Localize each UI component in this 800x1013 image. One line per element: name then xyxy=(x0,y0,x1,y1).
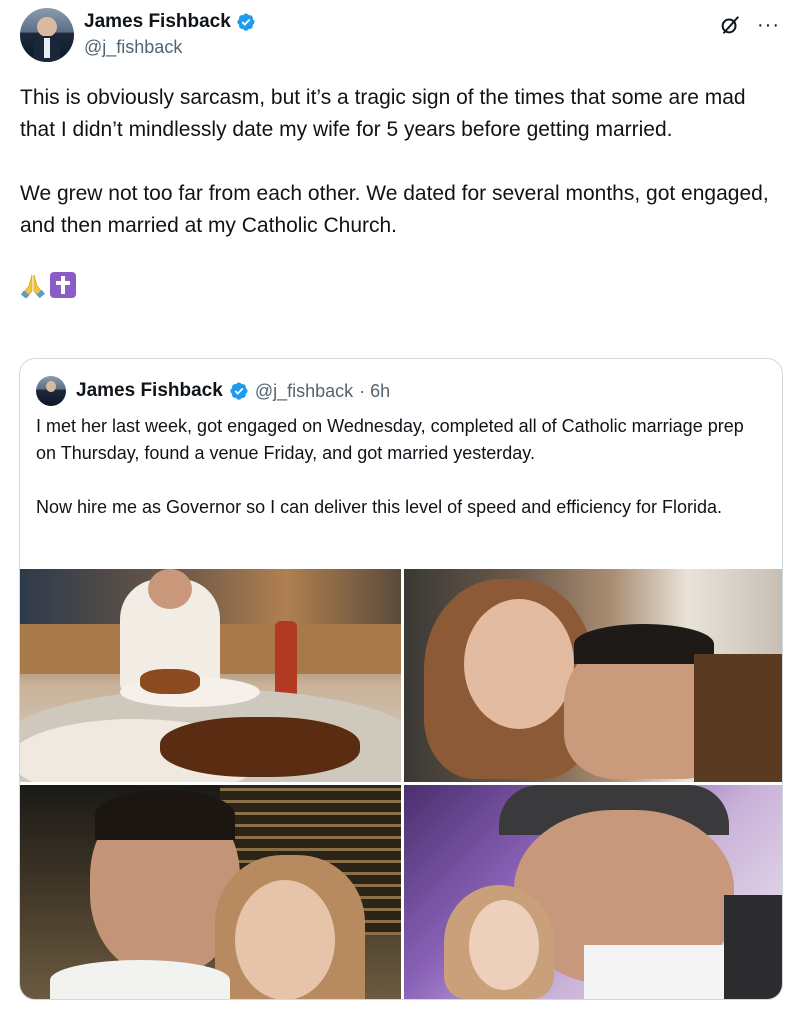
quote-paragraph: I met her last week, got engaged on Wedn… xyxy=(36,416,744,463)
post-header: James Fishback @j_fishback ··· xyxy=(20,8,780,68)
verified-badge-icon xyxy=(237,13,255,31)
post-paragraph: This is obviously sarcasm, but it’s a tr… xyxy=(20,86,746,141)
quote-text: I met her last week, got engaged on Wedn… xyxy=(36,413,766,548)
cross-icon xyxy=(50,272,76,298)
author-avatar[interactable] xyxy=(20,8,74,62)
grok-icon[interactable] xyxy=(719,14,741,36)
author-display-name-text[interactable]: James Fishback xyxy=(84,10,231,34)
quoted-post[interactable]: James Fishback @j_fishback · 6h I met he… xyxy=(19,358,783,1000)
post-text: This is obviously sarcasm, but it’s a tr… xyxy=(20,82,780,298)
airplane-selfie-photo[interactable] xyxy=(404,785,782,999)
couple-selfie-photo[interactable] xyxy=(404,569,782,782)
night-selfie-photo[interactable] xyxy=(20,785,401,999)
more-icon[interactable]: ··· xyxy=(757,15,780,35)
author-display-name[interactable]: James Fishback xyxy=(84,10,256,34)
emoji-row xyxy=(20,272,780,298)
author-handle[interactable]: @j_fishback xyxy=(84,34,256,60)
post-paragraph: We grew not too far from each other. We … xyxy=(20,182,769,237)
quote-author-name: James Fishback xyxy=(76,380,223,401)
header-actions: ··· xyxy=(719,14,780,36)
verified-badge-icon xyxy=(230,382,248,400)
photo-grid xyxy=(20,569,782,999)
restaurant-meal-photo[interactable] xyxy=(20,569,401,782)
quote-paragraph: Now hire me as Governor so I can deliver… xyxy=(36,497,722,517)
author-name-block[interactable]: James Fishback @j_fishback xyxy=(84,10,256,60)
pray-icon xyxy=(20,274,45,298)
quote-header: James Fishback @j_fishback · 6h xyxy=(36,375,390,407)
quote-timestamp: · 6h xyxy=(359,380,391,401)
quote-author-avatar xyxy=(36,376,66,406)
quote-author-handle: @j_fishback xyxy=(254,380,354,401)
